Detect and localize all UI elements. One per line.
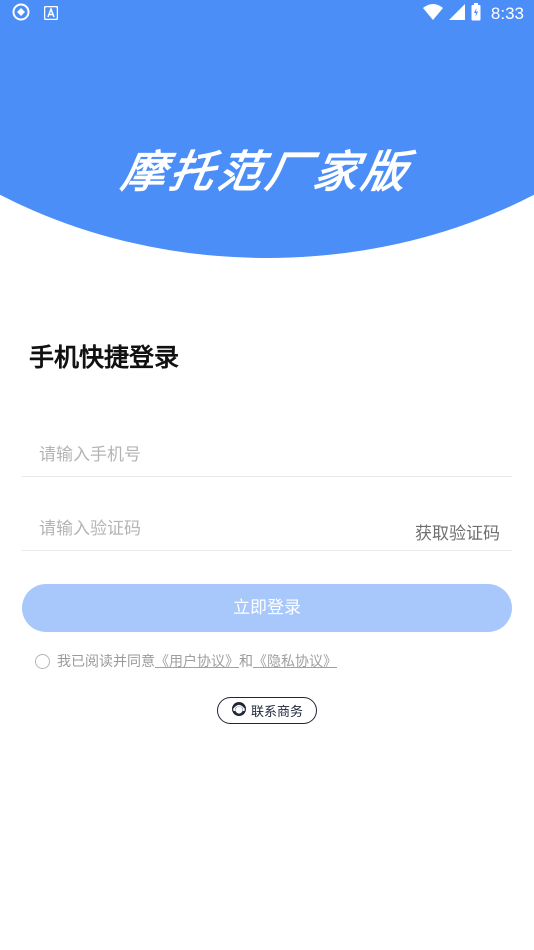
status-time: 8:33 [490,4,524,23]
status-bar: 8:33 [0,0,534,28]
agree-checkbox[interactable] [35,653,50,669]
status-bar-left [12,3,59,25]
header-banner: 8:33 摩托范厂家版 [0,0,534,260]
support-agent-icon [231,701,247,721]
agreement-prefix: 我已阅读并同意 [57,654,155,670]
verification-code-input[interactable] [39,510,369,548]
battery-icon [471,3,481,25]
phone-field [22,436,512,477]
wifi-icon [422,4,443,24]
status-bar-right: 8:33 [422,3,524,25]
a-app-icon [43,5,59,24]
contact-business-button[interactable]: 联系商务 [217,697,317,724]
user-agreement-link[interactable]: 《用户协议》 [155,651,239,671]
app-title: 摩托范厂家版 [117,147,415,198]
agreement-conjunction: 和 [239,654,253,670]
login-page: 8:33 摩托范厂家版 手机快捷登录 获取验证码 立即登录 我已阅读并同意 《用… [0,0,534,950]
sync-icon [12,3,30,25]
header-curved-background [0,0,534,258]
signal-icon [448,4,465,24]
phone-input[interactable] [39,436,369,474]
section-title: 手机快捷登录 [29,343,180,372]
privacy-agreement-link[interactable]: 《隐私协议》 [253,651,337,671]
login-button[interactable]: 立即登录 [22,584,512,632]
get-code-button[interactable]: 获取验证码 [415,519,500,544]
contact-business-label: 联系商务 [250,705,303,720]
code-field: 获取验证码 [22,510,512,551]
agreement-row: 我已阅读并同意 《用户协议》 和 《隐私协议》 [35,651,337,671]
